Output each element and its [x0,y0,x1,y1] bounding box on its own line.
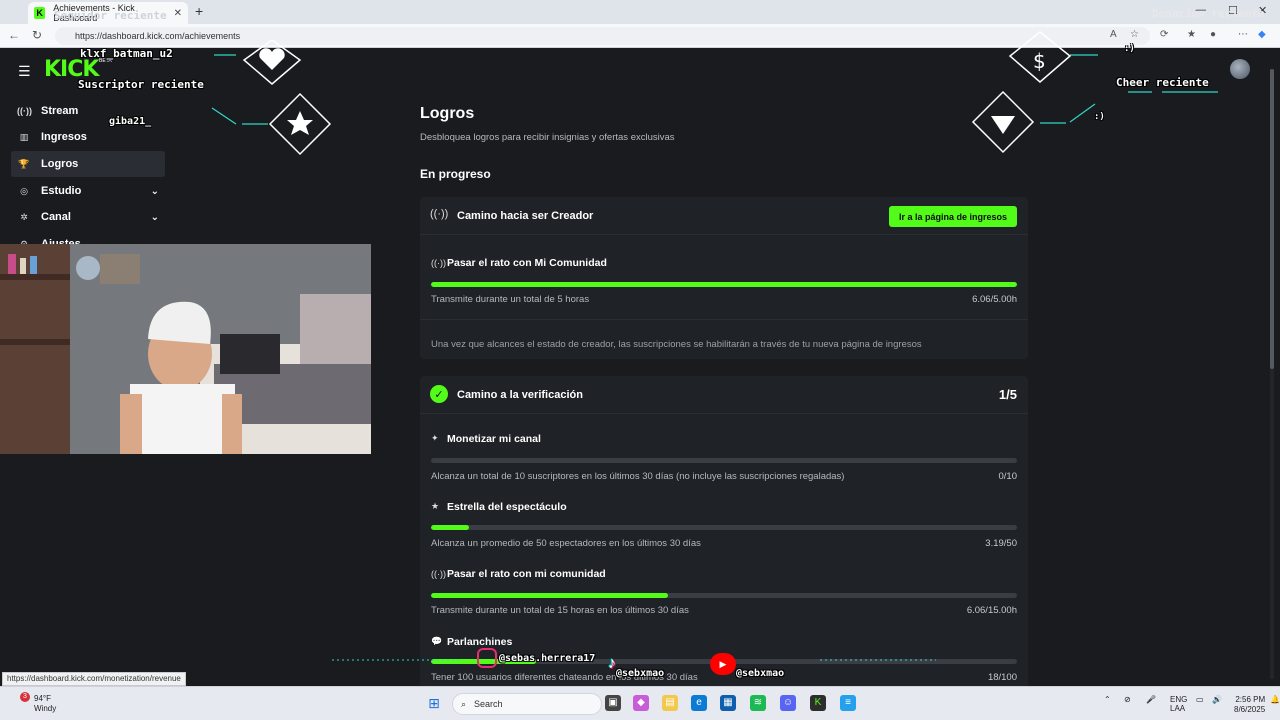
heart-icon [259,48,285,70]
network-alt-icon[interactable]: ⊘ [1124,695,1131,704]
taskbar-search[interactable]: ⌕ Search [452,693,602,715]
instagram-icon [477,648,497,668]
cheer-value: :) [1094,112,1105,122]
recent-sub-label: Suscriptor reciente [78,78,204,91]
star-icon [287,111,313,135]
windows-start-icon[interactable]: ⊞ [426,695,442,711]
clock-date: 8/6/2025 [1234,705,1266,714]
edge-icon[interactable]: e [691,695,707,711]
lang-primary: ENG [1170,695,1188,704]
discord-icon[interactable]: ☺ [780,695,796,711]
weather-badge: 3 [20,692,30,702]
tiktok-icon: ♪ [608,654,616,672]
recent-donation-label: Donación reciente [1152,7,1265,20]
store-icon[interactable]: ▦ [720,695,736,711]
webcam-image [0,244,371,454]
youtube-handle: ▶ @sebxmao [710,648,784,679]
volume-icon[interactable]: 🔊 [1212,695,1222,704]
lang-secondary: LAA [1170,704,1186,713]
webcam-overlay [0,244,371,454]
file-explorer-icon[interactable]: ▤ [662,695,678,711]
recent-follower-name: klxf_batman_u2 [80,47,173,60]
spotify-icon[interactable]: ≋ [750,695,766,711]
instagram-handle: @sebas.herrera17 [477,648,595,668]
dollar-icon: $ [1033,49,1046,73]
microphone-icon[interactable]: 🎤 [1146,695,1156,704]
recent-follower-label: Seguidor reciente [54,9,167,22]
recent-sub-name: giba21_ [109,116,152,127]
weather-widget[interactable]: 94°F Windy [34,694,56,714]
search-label: Search [474,699,503,709]
notepad-icon[interactable]: ≡ [840,695,856,711]
tray-chevron-icon[interactable]: ⌃ [1104,695,1111,704]
instagram-text: @sebas.herrera17 [499,652,596,664]
status-bar-url: https://dashboard.kick.com/monetization/… [2,672,186,686]
donation-value: :) [1124,44,1135,54]
language-indicator[interactable]: ENG LAA [1170,695,1187,713]
tiktok-handle: ♪ @sebxmao [608,648,665,680]
kick-app-icon[interactable]: K [810,695,826,711]
copilot-app-icon[interactable]: ◆ [633,695,649,711]
monitor-icon[interactable]: ▭ [1196,695,1204,704]
tiktok-text: @sebxmao [616,668,665,679]
taskbar: 94°F Windy ⊞ ⌕ Search ▣ ◆ ▤ e ▦ ≋ ☺ K ≡ … [0,686,1280,720]
clock-time: 2:56 PM [1235,695,1266,704]
diamond-icon [991,116,1015,134]
search-icon: ⌕ [461,698,467,709]
notification-icon[interactable]: 🔔 [1270,695,1280,704]
weather-temp: 94°F [34,694,51,703]
youtube-icon: ▶ [710,652,736,675]
clock[interactable]: 2:56 PM 8/6/2025 [1234,695,1265,715]
weather-condition: Windy [34,704,57,713]
recent-cheer-label: Cheer reciente [1116,76,1209,89]
task-view-icon[interactable]: ▣ [605,695,621,711]
youtube-text: @sebxmao [736,668,785,679]
